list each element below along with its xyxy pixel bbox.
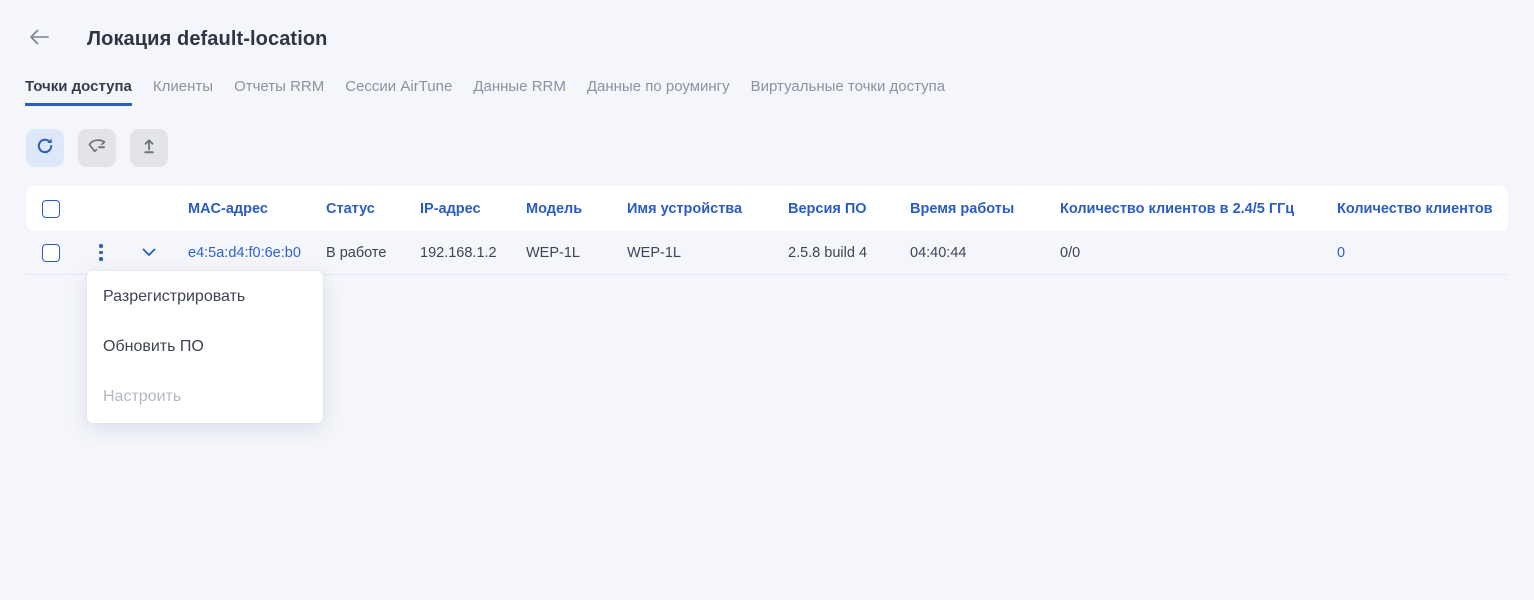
- table-row: e4:5a:d4:f0:6e:b0 В работе 192.168.1.2 W…: [26, 231, 1508, 275]
- arrow-left-icon: [29, 29, 49, 50]
- tab-roaming-data[interactable]: Данные по роумингу: [587, 78, 730, 106]
- back-button[interactable]: [28, 29, 50, 49]
- wifi-minus-icon: [86, 135, 108, 162]
- menu-item-unregister[interactable]: Разрегистрировать: [87, 272, 323, 322]
- tab-access-points[interactable]: Точки доступа: [25, 78, 132, 106]
- firmware-cell: 2.5.8 build 4: [788, 245, 910, 261]
- uptime-cell: 04:40:44: [910, 245, 1060, 261]
- clients-total-link[interactable]: 0: [1337, 245, 1345, 261]
- tab-rrm-reports[interactable]: Отчеты RRM: [234, 78, 324, 106]
- chevron-down-icon: [142, 248, 156, 257]
- upload-icon: [139, 136, 159, 161]
- clients-24-5-cell: 0/0: [1060, 245, 1337, 261]
- table-header-row: MAC-адрес Статус IP-адрес Модель Имя уст…: [26, 186, 1508, 231]
- tab-rrm-data[interactable]: Данные RRM: [473, 78, 566, 106]
- model-cell: WEP-1L: [526, 245, 627, 261]
- unregister-button: [78, 129, 116, 167]
- row-context-menu: Разрегистрировать Обновить ПО Настроить: [87, 271, 323, 423]
- column-header-clients-24-5: Количество клиентов в 2.4/5 ГГц: [1060, 201, 1337, 217]
- access-points-table: MAC-адрес Статус IP-адрес Модель Имя уст…: [26, 186, 1508, 275]
- column-header-status: Статус: [326, 201, 420, 217]
- tab-bar: Точки доступа Клиенты Отчеты RRM Сессии …: [0, 78, 1534, 106]
- page-header: Локация default-location: [0, 0, 1534, 52]
- tab-clients[interactable]: Клиенты: [153, 78, 213, 106]
- column-header-model: Модель: [526, 201, 627, 217]
- column-header-uptime: Время работы: [910, 201, 1060, 217]
- column-header-ip: IP-адрес: [420, 201, 526, 217]
- table-toolbar: [26, 129, 1534, 167]
- page-title: Локация default-location: [87, 28, 328, 51]
- row-checkbox[interactable]: [42, 244, 60, 262]
- mac-address-link[interactable]: e4:5a:d4:f0:6e:b0: [188, 245, 301, 261]
- column-header-mac: MAC-адрес: [188, 201, 326, 217]
- ip-address-cell: 192.168.1.2: [420, 245, 526, 261]
- refresh-icon: [35, 136, 55, 161]
- menu-item-update-firmware[interactable]: Обновить ПО: [87, 322, 323, 372]
- device-name-cell: WEP-1L: [627, 245, 788, 261]
- tab-virtual-access-points[interactable]: Виртуальные точки доступа: [751, 78, 946, 106]
- column-header-device-name: Имя устройства: [627, 201, 788, 217]
- upload-firmware-button: [130, 129, 168, 167]
- row-expand-button[interactable]: [142, 248, 156, 257]
- select-all-checkbox[interactable]: [42, 200, 60, 218]
- tab-airtune-sessions[interactable]: Сессии AirTune: [345, 78, 452, 106]
- status-cell: В работе: [326, 245, 420, 261]
- row-actions-menu-button[interactable]: [96, 241, 106, 264]
- column-header-clients-total: Количество клиентов: [1337, 201, 1508, 217]
- menu-item-configure: Настроить: [87, 372, 323, 422]
- column-header-firmware: Версия ПО: [788, 201, 910, 217]
- refresh-button[interactable]: [26, 129, 64, 167]
